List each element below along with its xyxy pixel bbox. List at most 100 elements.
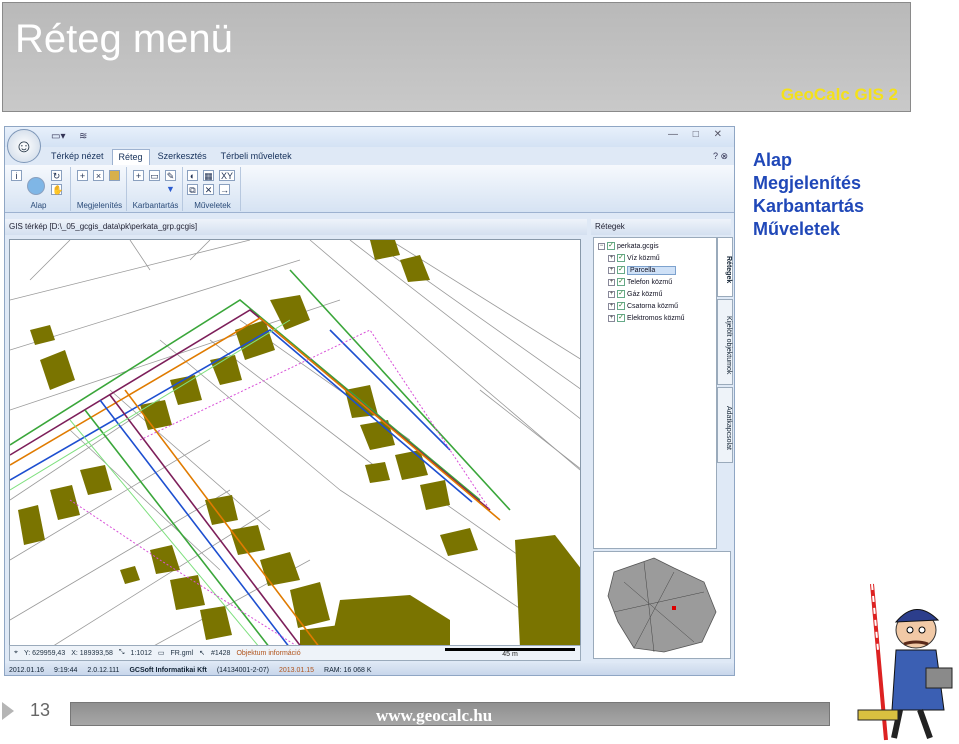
- scale-value: 1:1012: [130, 649, 152, 657]
- object-info: Objektum információ: [236, 649, 301, 657]
- help-icon[interactable]: ? ⊗: [713, 151, 728, 162]
- brand-label: GeoCalc GIS 2: [780, 85, 898, 104]
- overview-map[interactable]: [593, 551, 731, 659]
- layer-label: Gáz közmű: [627, 290, 663, 298]
- page-number: 13: [30, 700, 51, 720]
- layer-label: Elektromos közmű: [627, 314, 685, 322]
- menu-item-karbantartas: Karbantartás: [753, 196, 865, 216]
- menu-item-megjelenites: Megjelenítés: [753, 173, 862, 193]
- layer-item[interactable]: + ✓ Gáz közmű: [608, 288, 662, 300]
- app-window: ☺ ▭▾ ≋ — □ ✕ Térkép nézet Réteg Szerkesz…: [4, 126, 735, 676]
- globe-icon[interactable]: [27, 177, 45, 195]
- side-tab-layers[interactable]: Rétegek: [717, 237, 733, 297]
- scale-bar-label: 45 m: [502, 651, 518, 658]
- layers-pane-header: Rétegek: [591, 219, 731, 235]
- checkbox[interactable]: ✓: [617, 302, 625, 310]
- coord-y: Y: 629959,43: [23, 649, 66, 657]
- side-tab-selected[interactable]: Kijelölt objektumok: [717, 299, 733, 385]
- layers-icon[interactable]: ≋: [79, 131, 87, 142]
- group-megjelenites: + × Megjelenítés: [73, 167, 127, 211]
- surveyor-mascot-illustration: [857, 583, 953, 741]
- filter-icon[interactable]: ▦: [203, 170, 214, 181]
- expand-icon[interactable]: +: [608, 254, 615, 262]
- checkbox[interactable]: ✓: [617, 266, 625, 274]
- layer-item[interactable]: + ✓ Telefon közmű: [608, 276, 672, 288]
- status-time: 9:19:44: [54, 666, 78, 674]
- object-id: #1428: [210, 649, 231, 657]
- map-drawing: [10, 240, 580, 646]
- layer-new-icon[interactable]: +: [133, 170, 144, 181]
- side-tabs: Rétegek Kijelölt objektumok Adatkapcsola…: [717, 237, 733, 477]
- layer-label: Parcella: [627, 265, 677, 275]
- copy-icon[interactable]: ⧉: [187, 184, 198, 195]
- checkbox[interactable]: ✓: [617, 254, 625, 262]
- group-karbantartas: + ▭ ✎ ▼ Karbantartás: [129, 167, 183, 211]
- expand-icon[interactable]: +: [608, 314, 615, 322]
- file-name: FR.gml: [170, 649, 194, 657]
- layer-item[interactable]: + ✓ Víz közmű: [608, 252, 660, 264]
- layer-item[interactable]: + ✓ Csatorna közmű: [608, 300, 678, 312]
- layer-remove-icon[interactable]: ×: [93, 170, 104, 181]
- export-icon[interactable]: →: [219, 184, 230, 195]
- group-label: Karbantartás: [132, 201, 179, 210]
- layer-save-icon[interactable]: ▭: [149, 170, 160, 181]
- layer-tree: − ✓ perkata.gcgis + ✓ Víz közmű + ✓ Parc…: [593, 237, 717, 549]
- expand-icon[interactable]: +: [608, 302, 615, 310]
- checkbox[interactable]: ✓: [617, 278, 625, 286]
- group-label: Alap: [30, 201, 47, 210]
- slide-title: Réteg menü: [15, 17, 233, 61]
- layer-style-icon[interactable]: [109, 170, 120, 181]
- layer-add-icon[interactable]: +: [77, 170, 88, 181]
- tab-map-view[interactable]: Térkép nézet: [45, 149, 110, 165]
- overview-drawing: [607, 557, 717, 653]
- map-pane-header: GIS térkép [D:\_05_gcgis_data\pk\perkata…: [5, 219, 587, 235]
- status-ram: RAM: 16 068 K: [324, 666, 372, 674]
- xy-icon[interactable]: XY: [219, 170, 235, 181]
- select-icon[interactable]: ◐: [187, 170, 198, 181]
- group-label: Műveletek: [194, 201, 231, 210]
- status-license: (14134001-2-07): [216, 666, 269, 674]
- layer-root-label: perkata.gcgis: [617, 242, 659, 250]
- layer-edit-icon[interactable]: ✎: [165, 170, 176, 181]
- status-bar: 2012.01.16 9:19:44 2.0.12.111 GCSoft Inf…: [5, 663, 734, 675]
- checkbox[interactable]: ✓: [607, 242, 615, 250]
- website-link[interactable]: www.geocalc.hu: [376, 706, 492, 726]
- chevron-down-icon[interactable]: ▼: [165, 184, 176, 195]
- info-icon[interactable]: i: [11, 170, 22, 181]
- menu-item-alap: Alap: [753, 150, 793, 170]
- layer-item-selected[interactable]: + ✓ Parcella: [608, 264, 677, 276]
- checkbox[interactable]: ✓: [617, 290, 625, 298]
- refresh-icon[interactable]: ↻: [51, 170, 62, 181]
- overview-viewport-marker: [672, 606, 676, 610]
- file-icon: ▭: [157, 650, 165, 657]
- tab-edit[interactable]: Szerkesztés: [152, 149, 213, 165]
- group-muveletek: ◐ ▦ XY ⧉ ✕ → Műveletek: [185, 167, 241, 211]
- tab-spatial-ops[interactable]: Térbeli műveletek: [215, 149, 298, 165]
- scale-bar: 45 m: [445, 647, 575, 659]
- scale-icon: ⤡: [118, 649, 125, 656]
- collapse-icon[interactable]: −: [598, 242, 605, 250]
- checkbox[interactable]: ✓: [617, 314, 625, 322]
- side-tab-data-link[interactable]: Adatkapcsolat: [717, 387, 733, 463]
- map-canvas[interactable]: [9, 239, 581, 647]
- footer-arrow-icon: [2, 702, 14, 720]
- layer-item[interactable]: + ✓ Elektromos közmű: [608, 312, 685, 324]
- coord-x: X: 189393,58: [71, 649, 113, 657]
- buildings: [18, 240, 580, 646]
- group-alap: i ↻ ✋ Alap: [7, 167, 71, 211]
- expand-icon[interactable]: +: [608, 278, 615, 286]
- hand-icon[interactable]: ✋: [51, 184, 63, 195]
- layer-root[interactable]: − ✓ perkata.gcgis: [598, 240, 659, 252]
- slide: Réteg menü GeoCalc GIS 2 ☺ ▭▾ ≋ — □ ✕ Té…: [0, 0, 959, 744]
- folder-icon[interactable]: ▭▾: [51, 131, 65, 142]
- status-company: GCSoft Informatikai Kft: [129, 666, 207, 674]
- window-controls[interactable]: — □ ✕: [668, 129, 728, 140]
- delete-icon[interactable]: ✕: [203, 184, 214, 195]
- status-date: 2012.01.16: [9, 666, 45, 674]
- menu-item-muveletek: Műveletek: [753, 219, 841, 239]
- expand-icon[interactable]: +: [608, 290, 615, 298]
- tab-layer[interactable]: Réteg: [111, 149, 150, 165]
- expand-icon[interactable]: +: [608, 266, 615, 274]
- app-menu-button[interactable]: ☺: [7, 129, 41, 163]
- group-label: Megjelenítés: [76, 201, 123, 210]
